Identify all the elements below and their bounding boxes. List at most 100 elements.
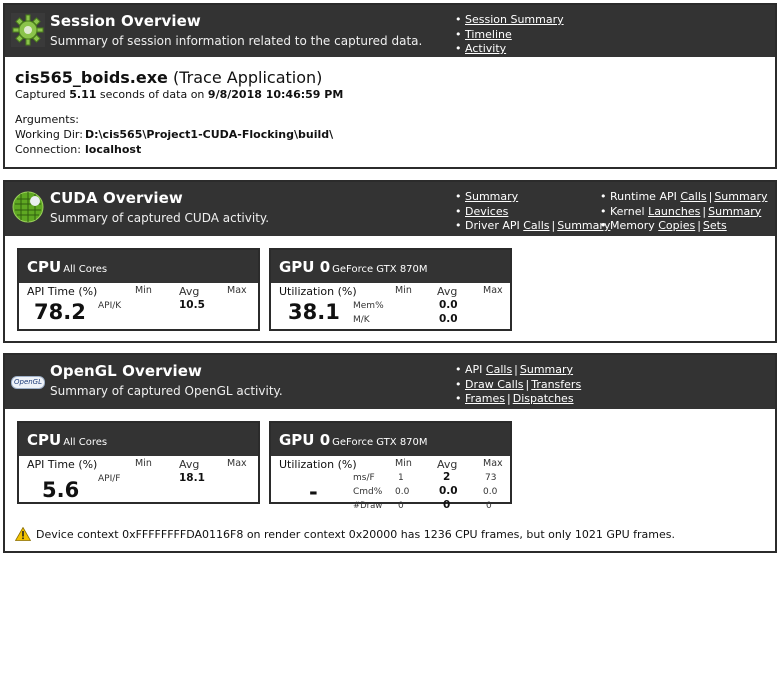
opengl-logo-icon: OpenGL bbox=[11, 376, 45, 389]
cuda-gpu-avg-header: Avg bbox=[437, 285, 458, 298]
link-runtime-summary[interactable]: Summary bbox=[714, 190, 767, 203]
captured-datetime: 9/8/2018 10:46:59 PM bbox=[207, 88, 344, 101]
opengl-gpu-row-max: 0.0 bbox=[483, 487, 498, 497]
opengl-gpu-metric-label: Utilization (%) bbox=[279, 458, 357, 471]
session-details: cis565_boids.exe (Trace Application) Cap… bbox=[5, 57, 775, 165]
session-overview-panel: Session Overview Summary of session info… bbox=[3, 3, 777, 169]
cuda-gpu-row2-label: M/K bbox=[353, 315, 370, 325]
cuda-gpu-min-header: Min bbox=[395, 285, 412, 296]
cuda-cpu-sub: All Cores bbox=[63, 264, 108, 275]
link-session-summary[interactable]: Session Summary bbox=[465, 13, 564, 26]
memory-label: Memory bbox=[610, 219, 655, 232]
captured-info: Captured 5.11 seconds of data on 9/8/201… bbox=[15, 88, 765, 101]
opengl-gpu-min-header: Min bbox=[395, 458, 412, 469]
app-title: cis565_boids.exe (Trace Application) bbox=[15, 68, 765, 87]
link-timeline[interactable]: Timeline bbox=[465, 28, 512, 41]
arguments-label: Arguments: bbox=[15, 113, 80, 126]
cuda-chip-icon bbox=[11, 190, 45, 224]
link-transfers[interactable]: Transfers bbox=[531, 378, 581, 391]
opengl-cpu-min-header: Min bbox=[135, 458, 152, 469]
opengl-cpu-row-avg: 18.1 bbox=[179, 472, 205, 484]
frame-mismatch-warning: Device context 0xFFFFFFFFDA0116F8 on ren… bbox=[15, 527, 675, 541]
opengl-gpu-row-max: 73 bbox=[485, 473, 497, 483]
opengl-gpu-avg-header: Avg bbox=[437, 458, 458, 471]
cuda-cpu-card: CPU All Cores API Time (%) Min Avg Max 78… bbox=[17, 248, 260, 331]
opengl-cpu-metric-label: API Time (%) bbox=[27, 458, 98, 471]
opengl-cpu-card-header: CPU All Cores bbox=[19, 423, 258, 456]
session-overview-title: Session Overview bbox=[50, 12, 201, 30]
link-devices[interactable]: Devices bbox=[465, 205, 508, 218]
cuda-links-left: • Summary • Devices • Driver API Calls | S… bbox=[455, 190, 611, 232]
opengl-overview-header: OpenGL OpenGL Overview Summary of captur… bbox=[5, 355, 775, 409]
cuda-gpu-card-header: GPU 0 GeForce GTX 870M bbox=[271, 250, 510, 283]
session-overview-header: Session Overview Summary of session info… bbox=[5, 5, 775, 57]
opengl-api-label: API bbox=[465, 363, 483, 376]
opengl-gpu-row-avg: 0.0 bbox=[439, 485, 458, 497]
cuda-cpu-api-time-value: 78.2 bbox=[34, 300, 86, 324]
cuda-cpu-min-header: Min bbox=[135, 285, 152, 296]
opengl-cpu-sub: All Cores bbox=[63, 437, 108, 448]
link-memory-sets[interactable]: Sets bbox=[703, 219, 727, 232]
opengl-gpu-sub: GeForce GTX 870M bbox=[332, 437, 428, 448]
opengl-overview-subtitle: Summary of captured OpenGL activity. bbox=[50, 384, 283, 398]
link-cuda-summary[interactable]: Summary bbox=[465, 190, 518, 203]
connection-value: localhost bbox=[85, 143, 142, 156]
link-api-calls[interactable]: Calls bbox=[486, 363, 512, 376]
session-gear-icon bbox=[11, 13, 45, 47]
opengl-cpu-card: CPU All Cores API Time (%) Min Avg Max 5.… bbox=[17, 421, 260, 504]
link-runtime-calls[interactable]: Calls bbox=[680, 190, 706, 203]
cuda-gpu-card: GPU 0 GeForce GTX 870M Utilization (%) Mi… bbox=[269, 248, 512, 331]
opengl-gpu-max-header: Max bbox=[483, 458, 503, 469]
cuda-gpu-row1-avg: 0.0 bbox=[439, 299, 458, 311]
link-draw-calls[interactable]: Draw Calls bbox=[465, 378, 524, 391]
cuda-cpu-card-header: CPU All Cores bbox=[19, 250, 258, 283]
link-activity[interactable]: Activity bbox=[465, 42, 506, 55]
opengl-cpu-name: CPU bbox=[27, 431, 62, 449]
working-dir-label: Working Dir: bbox=[15, 128, 83, 141]
link-driver-calls[interactable]: Calls bbox=[523, 219, 549, 232]
cuda-overview-panel: CUDA Overview Summary of captured CUDA a… bbox=[3, 180, 777, 343]
cuda-gpu-utilization-value: 38.1 bbox=[288, 300, 340, 324]
session-overview-subtitle: Summary of session information related t… bbox=[50, 34, 423, 48]
cuda-cpu-max-header: Max bbox=[227, 285, 247, 296]
opengl-links: • API Calls | Summary • Draw Calls | Transfe… bbox=[455, 363, 582, 405]
cuda-overview-subtitle: Summary of captured CUDA activity. bbox=[50, 211, 270, 225]
cuda-cpu-avg-header: Avg bbox=[179, 285, 200, 298]
opengl-cpu-avg-header: Avg bbox=[179, 458, 200, 471]
link-frames[interactable]: Frames bbox=[465, 392, 505, 405]
opengl-overview-title: OpenGL Overview bbox=[50, 362, 202, 380]
connection-label: Connection: bbox=[15, 143, 81, 156]
session-links: • Session Summary • Timeline • Activity bbox=[455, 13, 564, 55]
link-api-summary[interactable]: Summary bbox=[520, 363, 573, 376]
link-memory-copies[interactable]: Copies bbox=[658, 219, 695, 232]
cuda-gpu-row2-avg: 0.0 bbox=[439, 313, 458, 325]
link-kernel-launches[interactable]: Launches bbox=[648, 205, 700, 218]
captured-seconds: 5.11 bbox=[69, 88, 97, 101]
kernel-label: Kernel bbox=[610, 204, 645, 218]
opengl-gpu-card-header: GPU 0 GeForce GTX 870M bbox=[271, 423, 510, 456]
cuda-overview-header: CUDA Overview Summary of captured CUDA a… bbox=[5, 182, 775, 236]
cuda-gpu-row1-label: Mem% bbox=[353, 301, 384, 311]
opengl-gpu-row-min: 0 bbox=[398, 501, 404, 511]
cuda-cpu-row-label: API/K bbox=[98, 301, 122, 311]
cuda-links-right: • Runtime API Calls | Summary • Kernel Lau… bbox=[600, 190, 768, 232]
cuda-cpu-row-avg: 10.5 bbox=[179, 299, 205, 311]
opengl-cpu-max-header: Max bbox=[227, 458, 247, 469]
opengl-overview-panel: OpenGL OpenGL Overview Summary of captur… bbox=[3, 353, 777, 553]
opengl-gpu-row-label: #Draw bbox=[353, 501, 383, 511]
opengl-gpu-row-label: ms/F bbox=[353, 473, 375, 483]
captured-prefix: Captured bbox=[15, 88, 66, 101]
opengl-gpu-utilization-value: - bbox=[309, 480, 318, 504]
captured-mid: seconds of data on bbox=[99, 88, 205, 101]
link-dispatches[interactable]: Dispatches bbox=[513, 392, 574, 405]
link-kernel-summary[interactable]: Summary bbox=[708, 205, 761, 218]
cuda-gpu-metric-label: Utilization (%) bbox=[279, 285, 357, 298]
app-type: (Trace Application) bbox=[173, 68, 323, 87]
opengl-cpu-api-time-value: 5.6 bbox=[42, 478, 80, 502]
runtime-api-label: Runtime API bbox=[610, 190, 677, 203]
opengl-gpu-row-min: 0.0 bbox=[395, 487, 410, 497]
opengl-gpu-row-min: 1 bbox=[398, 473, 404, 483]
cuda-gpu-name: GPU 0 bbox=[279, 258, 331, 276]
opengl-gpu-row-label: Cmd% bbox=[353, 487, 383, 497]
driver-api-label: Driver API bbox=[465, 219, 520, 232]
